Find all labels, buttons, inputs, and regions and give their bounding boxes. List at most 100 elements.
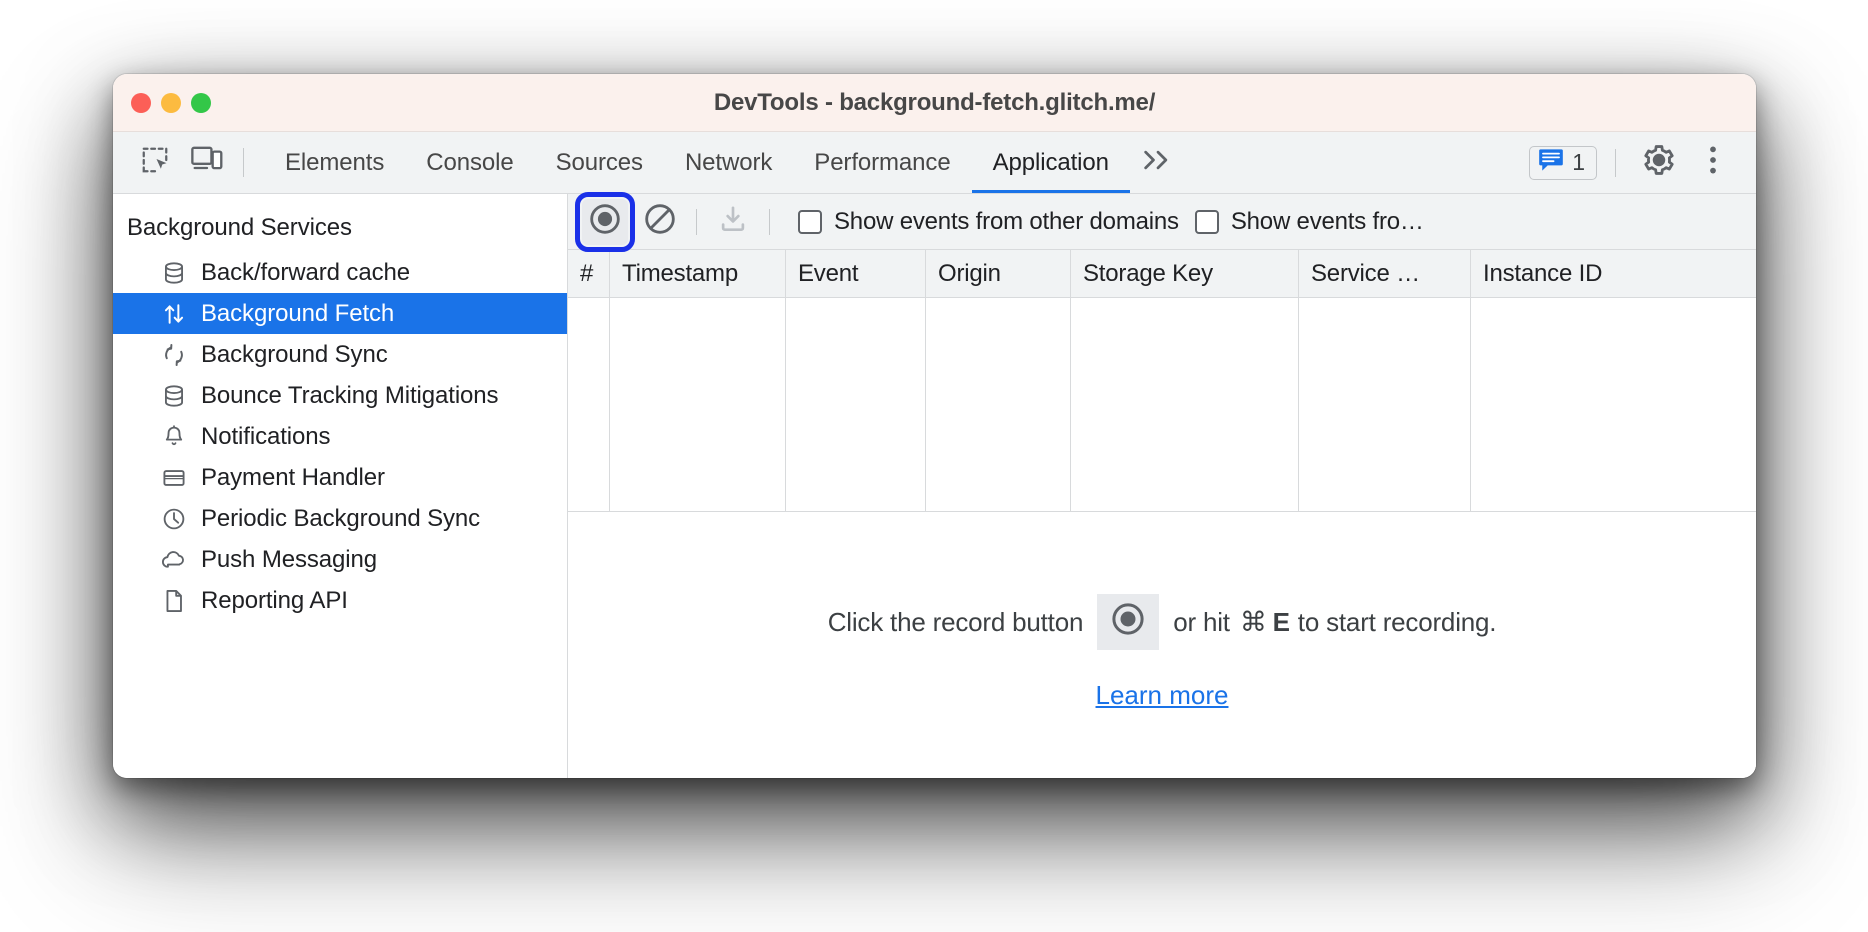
sidebar-item-periodic-background-sync[interactable]: Periodic Background Sync (113, 498, 567, 539)
show-events-from-other-storage-checkbox[interactable]: Show events fro… (1194, 207, 1424, 236)
more-options-kebab-icon (1700, 143, 1726, 182)
tab-elements[interactable]: Elements (264, 132, 405, 193)
device-toolbar-button[interactable] (181, 132, 233, 193)
table-column-event (786, 298, 926, 511)
minimize-window-button[interactable] (161, 92, 181, 113)
column-header-service[interactable]: Service … (1299, 250, 1471, 297)
sidebar-item-notifications[interactable]: Notifications (113, 416, 567, 457)
inspect-element-button[interactable] (129, 132, 181, 193)
table-column-instance-id (1471, 298, 1756, 511)
empty-state-suffix: to start recording. (1297, 606, 1497, 637)
tab-application[interactable]: Application (971, 132, 1131, 193)
events-table: # Timestamp Event Origin Storage Key Ser… (568, 250, 1756, 512)
tab-label: Network (684, 148, 773, 176)
console-messages-icon (1538, 148, 1564, 177)
table-column-index (568, 298, 610, 511)
more-options-button[interactable] (1688, 141, 1738, 185)
table-column-storage-key (1071, 298, 1299, 511)
checkbox-label: Show events fro… (1230, 207, 1424, 235)
events-table-body-empty (568, 298, 1756, 512)
sidebar-item-label: Bounce Tracking Mitigations (201, 381, 499, 409)
sidebar-item-background-sync[interactable]: Background Sync (113, 334, 567, 375)
window-controls[interactable] (131, 92, 211, 113)
application-sidebar: Background Services Back/forward cache B… (113, 194, 568, 778)
sidebar-item-label: Background Sync (201, 340, 388, 368)
learn-more-link[interactable]: Learn more (1096, 680, 1229, 711)
devtools-body: Background Services Back/forward cache B… (113, 191, 1756, 778)
sidebar-item-payment-handler[interactable]: Payment Handler (113, 457, 567, 498)
tab-performance[interactable]: Performance (793, 132, 971, 193)
empty-state-middle: or hit (1173, 606, 1230, 637)
panel-tabs: Elements Console Sources Network Perform… (264, 132, 1131, 193)
tab-label: Performance (814, 148, 951, 176)
sidebar-item-label: Reporting API (201, 586, 348, 614)
column-header-event[interactable]: Event (786, 250, 926, 297)
command-key-glyph: ⌘ (1239, 606, 1267, 637)
sidebar-item-back-forward-cache[interactable]: Back/forward cache (113, 252, 567, 293)
sidebar-item-push-messaging[interactable]: Push Messaging (113, 539, 567, 580)
sidebar-item-background-fetch[interactable]: Background Fetch (113, 293, 567, 334)
record-button[interactable] (575, 191, 635, 252)
bell-icon (161, 424, 187, 450)
column-header-origin[interactable]: Origin (926, 250, 1071, 297)
column-header-storage-key[interactable]: Storage Key (1071, 250, 1299, 297)
settings-gear-icon (1642, 143, 1676, 182)
events-table-header: # Timestamp Event Origin Storage Key Ser… (568, 250, 1756, 298)
settings-button[interactable] (1634, 141, 1684, 185)
console-message-count: 1 (1572, 149, 1585, 175)
inline-record-button[interactable] (1097, 594, 1160, 650)
sidebar-item-reporting-api[interactable]: Reporting API (113, 580, 567, 621)
tab-label: Console (426, 148, 514, 176)
tabbar-right-actions: 1 (1529, 132, 1756, 193)
shortcut-key-letter: E (1272, 606, 1290, 637)
tab-sources[interactable]: Sources (535, 132, 664, 193)
column-header-timestamp[interactable]: Timestamp (610, 250, 786, 297)
maximize-window-button[interactable] (191, 92, 211, 113)
tab-network[interactable]: Network (664, 132, 793, 193)
right-actions-divider (1615, 148, 1616, 177)
checkbox-box (798, 209, 822, 234)
empty-state-message: Click the record button or hit ⌘ E to st… (828, 594, 1497, 650)
show-events-other-domains-checkbox[interactable]: Show events from other domains (798, 208, 1179, 236)
devtools-window: DevTools - background-fetch.glitch.me/ E… (113, 74, 1756, 778)
devtools-tabbar: Elements Console Sources Network Perform… (113, 132, 1756, 194)
sidebar-item-label: Back/forward cache (201, 258, 410, 286)
document-icon (161, 588, 187, 614)
console-messages-button[interactable]: 1 (1529, 145, 1597, 180)
table-column-timestamp (610, 298, 786, 511)
inspect-element-icon (140, 145, 170, 180)
tab-console[interactable]: Console (405, 132, 534, 193)
window-titlebar: DevTools - background-fetch.glitch.me/ (113, 74, 1756, 132)
empty-state-prefix: Click the record button (827, 606, 1084, 637)
sidebar-item-label: Payment Handler (201, 463, 385, 491)
clock-icon (161, 506, 187, 532)
screenshot-root: DevTools - background-fetch.glitch.me/ E… (0, 0, 1868, 932)
tab-label: Sources (555, 148, 643, 176)
checkbox-label: Show events from other domains (834, 207, 1179, 235)
background-fetch-panel: Show events from other domains Show even… (568, 191, 1756, 778)
checkbox-box (1194, 209, 1219, 234)
column-header-instance-id[interactable]: Instance ID (1471, 250, 1756, 297)
sidebar-section-header: Background Services (127, 214, 352, 241)
toolbar-divider (696, 208, 697, 235)
sidebar-item-label: Push Messaging (201, 545, 378, 573)
tab-label: Elements (285, 148, 385, 176)
column-header-index[interactable]: # (568, 250, 610, 297)
record-circle-icon (588, 202, 622, 241)
window-title: DevTools - background-fetch.glitch.me/ (713, 88, 1156, 116)
save-events-button[interactable] (709, 200, 757, 244)
clear-ban-icon (643, 202, 677, 241)
table-column-service (1299, 298, 1471, 511)
clear-button[interactable] (636, 200, 684, 244)
panel-toolbar: Show events from other domains Show even… (568, 191, 1756, 252)
database-icon (161, 383, 187, 409)
credit-card-icon (161, 465, 187, 491)
sidebar-item-label: Background Fetch (201, 299, 395, 327)
close-window-button[interactable] (131, 92, 151, 113)
more-tabs-button[interactable] (1130, 132, 1192, 193)
toolbar-divider (769, 208, 770, 235)
table-column-origin (926, 298, 1071, 511)
chevron-double-right-icon (1140, 147, 1176, 178)
tab-label: Application (992, 148, 1109, 176)
sidebar-item-bounce-tracking-mitigations[interactable]: Bounce Tracking Mitigations (113, 375, 567, 416)
